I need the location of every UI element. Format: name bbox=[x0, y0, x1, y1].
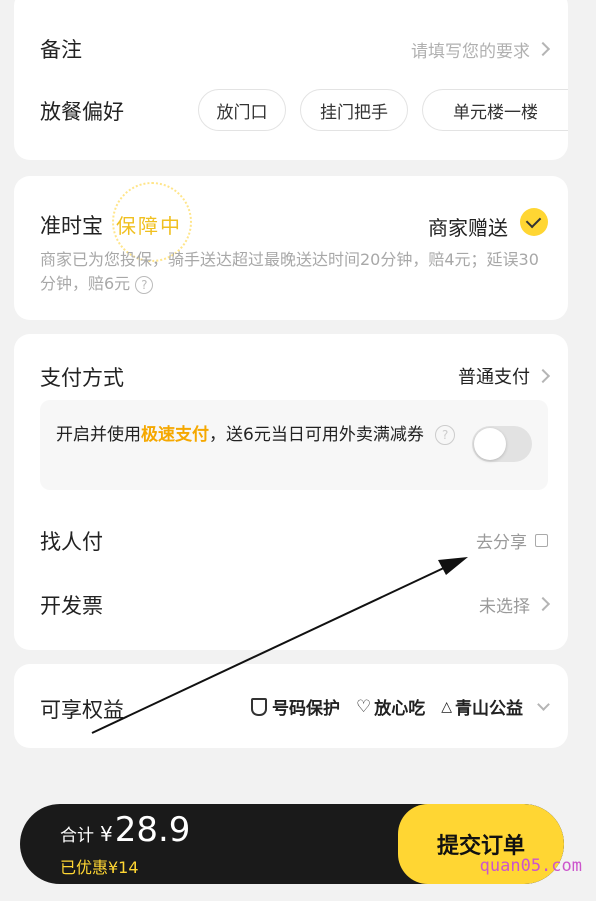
ontime-desc: 商家已为您投保，骑手送达超过最晚送达时间20分钟，赔4元；延误30分钟，赔6元 … bbox=[40, 250, 539, 294]
preference-option-door[interactable]: 放门口 bbox=[198, 89, 286, 131]
benefit-green-charity: △ 青山公益 bbox=[441, 698, 523, 720]
payment-method-select[interactable]: 普通支付 bbox=[458, 362, 551, 390]
ontime-gift-label: 商家赠送 bbox=[428, 216, 508, 240]
benefit-safe-eat: ♡ 放心吃 bbox=[355, 696, 426, 720]
invoice-select[interactable]: 未选择 bbox=[479, 590, 551, 618]
check-circle-icon[interactable] bbox=[520, 208, 548, 236]
find-pay-label: 找人付 bbox=[40, 530, 103, 554]
chevron-down-icon bbox=[537, 698, 550, 711]
share-icon bbox=[535, 533, 548, 547]
remarks-input[interactable]: 请填写您的要求 bbox=[411, 34, 551, 64]
preference-option-handle[interactable]: 挂门把手 bbox=[300, 89, 408, 131]
shield-icon bbox=[250, 697, 267, 716]
invoice-label: 开发票 bbox=[40, 594, 103, 618]
help-icon[interactable]: ? bbox=[135, 275, 154, 294]
benefits-label: 可享权益 bbox=[40, 698, 124, 722]
fast-pay-toggle[interactable] bbox=[472, 426, 532, 462]
chevron-right-icon bbox=[535, 596, 551, 612]
total-amount: 28.9 bbox=[114, 810, 191, 850]
payment-label: 支付方式 bbox=[40, 366, 124, 390]
ontime-title: 准时宝 bbox=[40, 214, 103, 238]
chevron-right-icon bbox=[535, 41, 551, 57]
remarks-label: 备注 bbox=[40, 38, 82, 62]
preference-label: 放餐偏好 bbox=[40, 100, 124, 124]
total-label: 合计 bbox=[60, 826, 94, 846]
watermark: quan05.com bbox=[479, 856, 582, 876]
mountain-icon: △ bbox=[441, 698, 452, 715]
invoice-value: 未选择 bbox=[479, 596, 530, 617]
payment-method-value: 普通支付 bbox=[458, 367, 530, 388]
benefits-card: 可享权益 号码保护 ♡ 放心吃 △ 青山公益 bbox=[14, 664, 568, 748]
total-block: 合计 ¥ 28.9 bbox=[60, 810, 190, 850]
preference-option-lobby[interactable]: 单元楼一楼 bbox=[422, 89, 568, 131]
help-icon[interactable]: ? bbox=[435, 425, 456, 445]
ontime-stamp-text: 保障中 bbox=[116, 214, 182, 238]
chevron-right-icon bbox=[535, 368, 551, 384]
benefit-number-protect: 号码保护 bbox=[250, 694, 340, 719]
ontime-card: 准时宝 保障中 商家赠送 商家已为您投保，骑手送达超过最晚送达时间20分钟，赔4… bbox=[14, 176, 568, 320]
heart-icon: ♡ bbox=[355, 696, 372, 717]
find-pay-share-button[interactable]: 去分享 bbox=[476, 526, 548, 554]
payment-card: 支付方式 普通支付 开启并使用极速支付，送6元当日可用外卖满减券 ? 找人付 去… bbox=[14, 334, 568, 650]
toggle-knob bbox=[474, 428, 506, 460]
remarks-placeholder: 请填写您的要求 bbox=[411, 41, 530, 62]
fast-pay-text: 开启并使用极速支付，送6元当日可用外卖满减券 ? bbox=[56, 422, 460, 448]
benefits-list[interactable]: 号码保护 ♡ 放心吃 △ 青山公益 bbox=[250, 694, 550, 720]
fast-pay-promo: 开启并使用极速支付，送6元当日可用外卖满减券 ? bbox=[40, 400, 548, 490]
remarks-card: 备注 请填写您的要求 放餐偏好 放门口 挂门把手 单元楼一楼 bbox=[14, 0, 568, 160]
discount-text: 已优惠¥14 bbox=[60, 858, 139, 877]
find-pay-value: 去分享 bbox=[476, 532, 527, 553]
currency-symbol: ¥ bbox=[100, 822, 113, 846]
